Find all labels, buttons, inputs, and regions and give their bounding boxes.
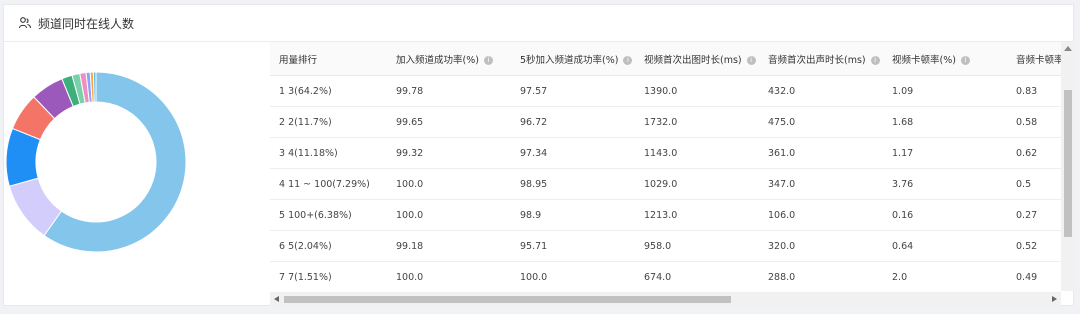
table-cell: 0.58 — [1007, 106, 1061, 138]
column-header: 5秒加入频道成功率(%) i — [511, 42, 635, 76]
column-header-label: 音频首次出声时长(ms) — [768, 54, 866, 66]
table-cell: 97.57 — [511, 75, 635, 107]
table-cell: 100.0 — [511, 261, 635, 293]
table-cell: 7 7(1.51%) — [270, 261, 387, 293]
table-cell: 99.65 — [387, 106, 511, 138]
table-cell: 98.9 — [511, 199, 635, 231]
column-header: 视频卡顿率(%) i — [883, 42, 1007, 76]
table-cell: 320.0 — [759, 230, 883, 262]
table-cell: 1 3(64.2%) — [270, 75, 387, 107]
info-icon[interactable]: i — [623, 55, 633, 65]
table-cell: 1732.0 — [635, 106, 759, 138]
table-cell: 0.27 — [1007, 199, 1061, 231]
table-cell: 100.0 — [387, 168, 511, 200]
info-icon[interactable]: i — [746, 55, 756, 65]
table-header-row: 用量排行 加入频道成功率(%) i 5秒加入频道成功率(%) i 视频首次出图时长(ms)… — [270, 42, 1061, 76]
table-cell: 97.34 — [511, 137, 635, 169]
table-cell: 3 4(11.18%) — [270, 137, 387, 169]
table-cell: 3.76 — [883, 168, 1007, 200]
column-header-label: 加入频道成功率(%) — [396, 54, 479, 66]
table-cell: 674.0 — [635, 261, 759, 293]
donut-chart — [4, 42, 270, 306]
info-icon[interactable]: i — [870, 55, 880, 65]
metrics-table: 用量排行 加入频道成功率(%) i 5秒加入频道成功率(%) i 视频首次出图时长(ms)… — [270, 42, 1061, 293]
table-cell: 6 5(2.04%) — [270, 230, 387, 262]
table-cell: 106.0 — [759, 199, 883, 231]
vertical-scrollbar[interactable] — [1061, 42, 1075, 291]
table-cell: 100.0 — [387, 199, 511, 231]
table-cell: 100.0 — [387, 261, 511, 293]
scroll-right-arrow-icon[interactable] — [1052, 296, 1057, 302]
table-cell: 2.0 — [883, 261, 1007, 293]
panel-title: 频道同时在线人数 — [38, 16, 135, 31]
table-row: 6 5(2.04%) 99.18 95.71 958.0 320.0 0.64 0.52 — [270, 230, 1061, 262]
table-cell: 2 2(11.7%) — [270, 106, 387, 138]
metrics-table-container: 用量排行 加入频道成功率(%) i 5秒加入频道成功率(%) i 视频首次出图时长(ms)… — [270, 42, 1061, 298]
table-cell: 1.68 — [883, 106, 1007, 138]
table-cell: 1029.0 — [635, 168, 759, 200]
donut-chart-svg — [5, 71, 187, 253]
horizontal-scrollbar[interactable] — [270, 293, 1061, 306]
horizontal-scroll-thumb[interactable] — [284, 296, 731, 303]
info-icon[interactable]: i — [483, 55, 493, 65]
table-row: 4 11 ~ 100(7.29%) 100.0 98.95 1029.0 347.0 3.… — [270, 168, 1061, 200]
table-cell: 99.32 — [387, 137, 511, 169]
table-row: 2 2(11.7%) 99.65 96.72 1732.0 475.0 1.68 0.58 — [270, 106, 1061, 138]
table-cell: 1143.0 — [635, 137, 759, 169]
table-cell: 1.09 — [883, 75, 1007, 107]
scroll-up-arrow-icon[interactable] — [1064, 46, 1072, 51]
table-cell: 0.49 — [1007, 261, 1061, 293]
table-cell: 432.0 — [759, 75, 883, 107]
column-header-label: 视频首次出图时长(ms) — [644, 54, 742, 66]
table-row: 5 100+(6.38%) 100.0 98.9 1213.0 106.0 0.16 0.2… — [270, 199, 1061, 231]
table-row: 7 7(1.51%) 100.0 100.0 674.0 288.0 2.0 0.49 — [270, 261, 1061, 293]
table-cell: 99.78 — [387, 75, 511, 107]
table-body: 1 3(64.2%) 99.78 97.57 1390.0 432.0 1.09 0.83 2… — [270, 75, 1061, 293]
table-cell: 1.17 — [883, 137, 1007, 169]
panel-header: 频道同时在线人数 — [4, 5, 1073, 42]
table-cell: 4 11 ~ 100(7.29%) — [270, 168, 387, 200]
table-cell: 361.0 — [759, 137, 883, 169]
column-header-label: 视频卡顿率(%) — [892, 54, 956, 66]
table-cell: 5 100+(6.38%) — [270, 199, 387, 231]
table-cell: 0.5 — [1007, 168, 1061, 200]
column-header-label: 5秒加入频道成功率(%) — [520, 54, 619, 66]
table-cell: 0.16 — [883, 199, 1007, 231]
column-header-label: 用量排行 — [279, 54, 318, 66]
donut-slice[interactable] — [92, 71, 97, 103]
table-cell: 1213.0 — [635, 199, 759, 231]
table-cell: 347.0 — [759, 168, 883, 200]
vertical-scroll-thumb[interactable] — [1064, 90, 1072, 237]
column-header: 视频首次出图时长(ms) i — [635, 42, 759, 76]
table-row: 1 3(64.2%) 99.78 97.57 1390.0 432.0 1.09 0.83 — [270, 75, 1061, 107]
column-header: 音频首次出声时长(ms) i — [759, 42, 883, 76]
table-cell: 99.18 — [387, 230, 511, 262]
info-icon[interactable]: i — [960, 55, 970, 65]
table-row: 3 4(11.18%) 99.32 97.34 1143.0 361.0 1.17 0.62 — [270, 137, 1061, 169]
column-header: 用量排行 — [270, 42, 387, 76]
table-cell: 0.62 — [1007, 137, 1061, 169]
table-cell: 288.0 — [759, 261, 883, 293]
table-cell: 958.0 — [635, 230, 759, 262]
table-cell: 0.64 — [883, 230, 1007, 262]
column-header: 加入频道成功率(%) i — [387, 42, 511, 76]
users-icon — [18, 17, 32, 29]
table-cell: 475.0 — [759, 106, 883, 138]
column-header-label: 音频卡顿率(%) — [1016, 54, 1061, 66]
column-header: 音频卡顿率(%)i — [1007, 42, 1061, 76]
table-cell: 96.72 — [511, 106, 635, 138]
table-cell: 0.83 — [1007, 75, 1061, 107]
scroll-left-arrow-icon[interactable] — [274, 296, 279, 302]
online-users-panel: 频道同时在线人数 用量排行 加入频道成功率(%) i 5秒加入频道成功率(%) i 视频首… — [3, 4, 1075, 306]
table-cell: 0.52 — [1007, 230, 1061, 262]
table-cell: 95.71 — [511, 230, 635, 262]
table-cell: 98.95 — [511, 168, 635, 200]
table-cell: 1390.0 — [635, 75, 759, 107]
